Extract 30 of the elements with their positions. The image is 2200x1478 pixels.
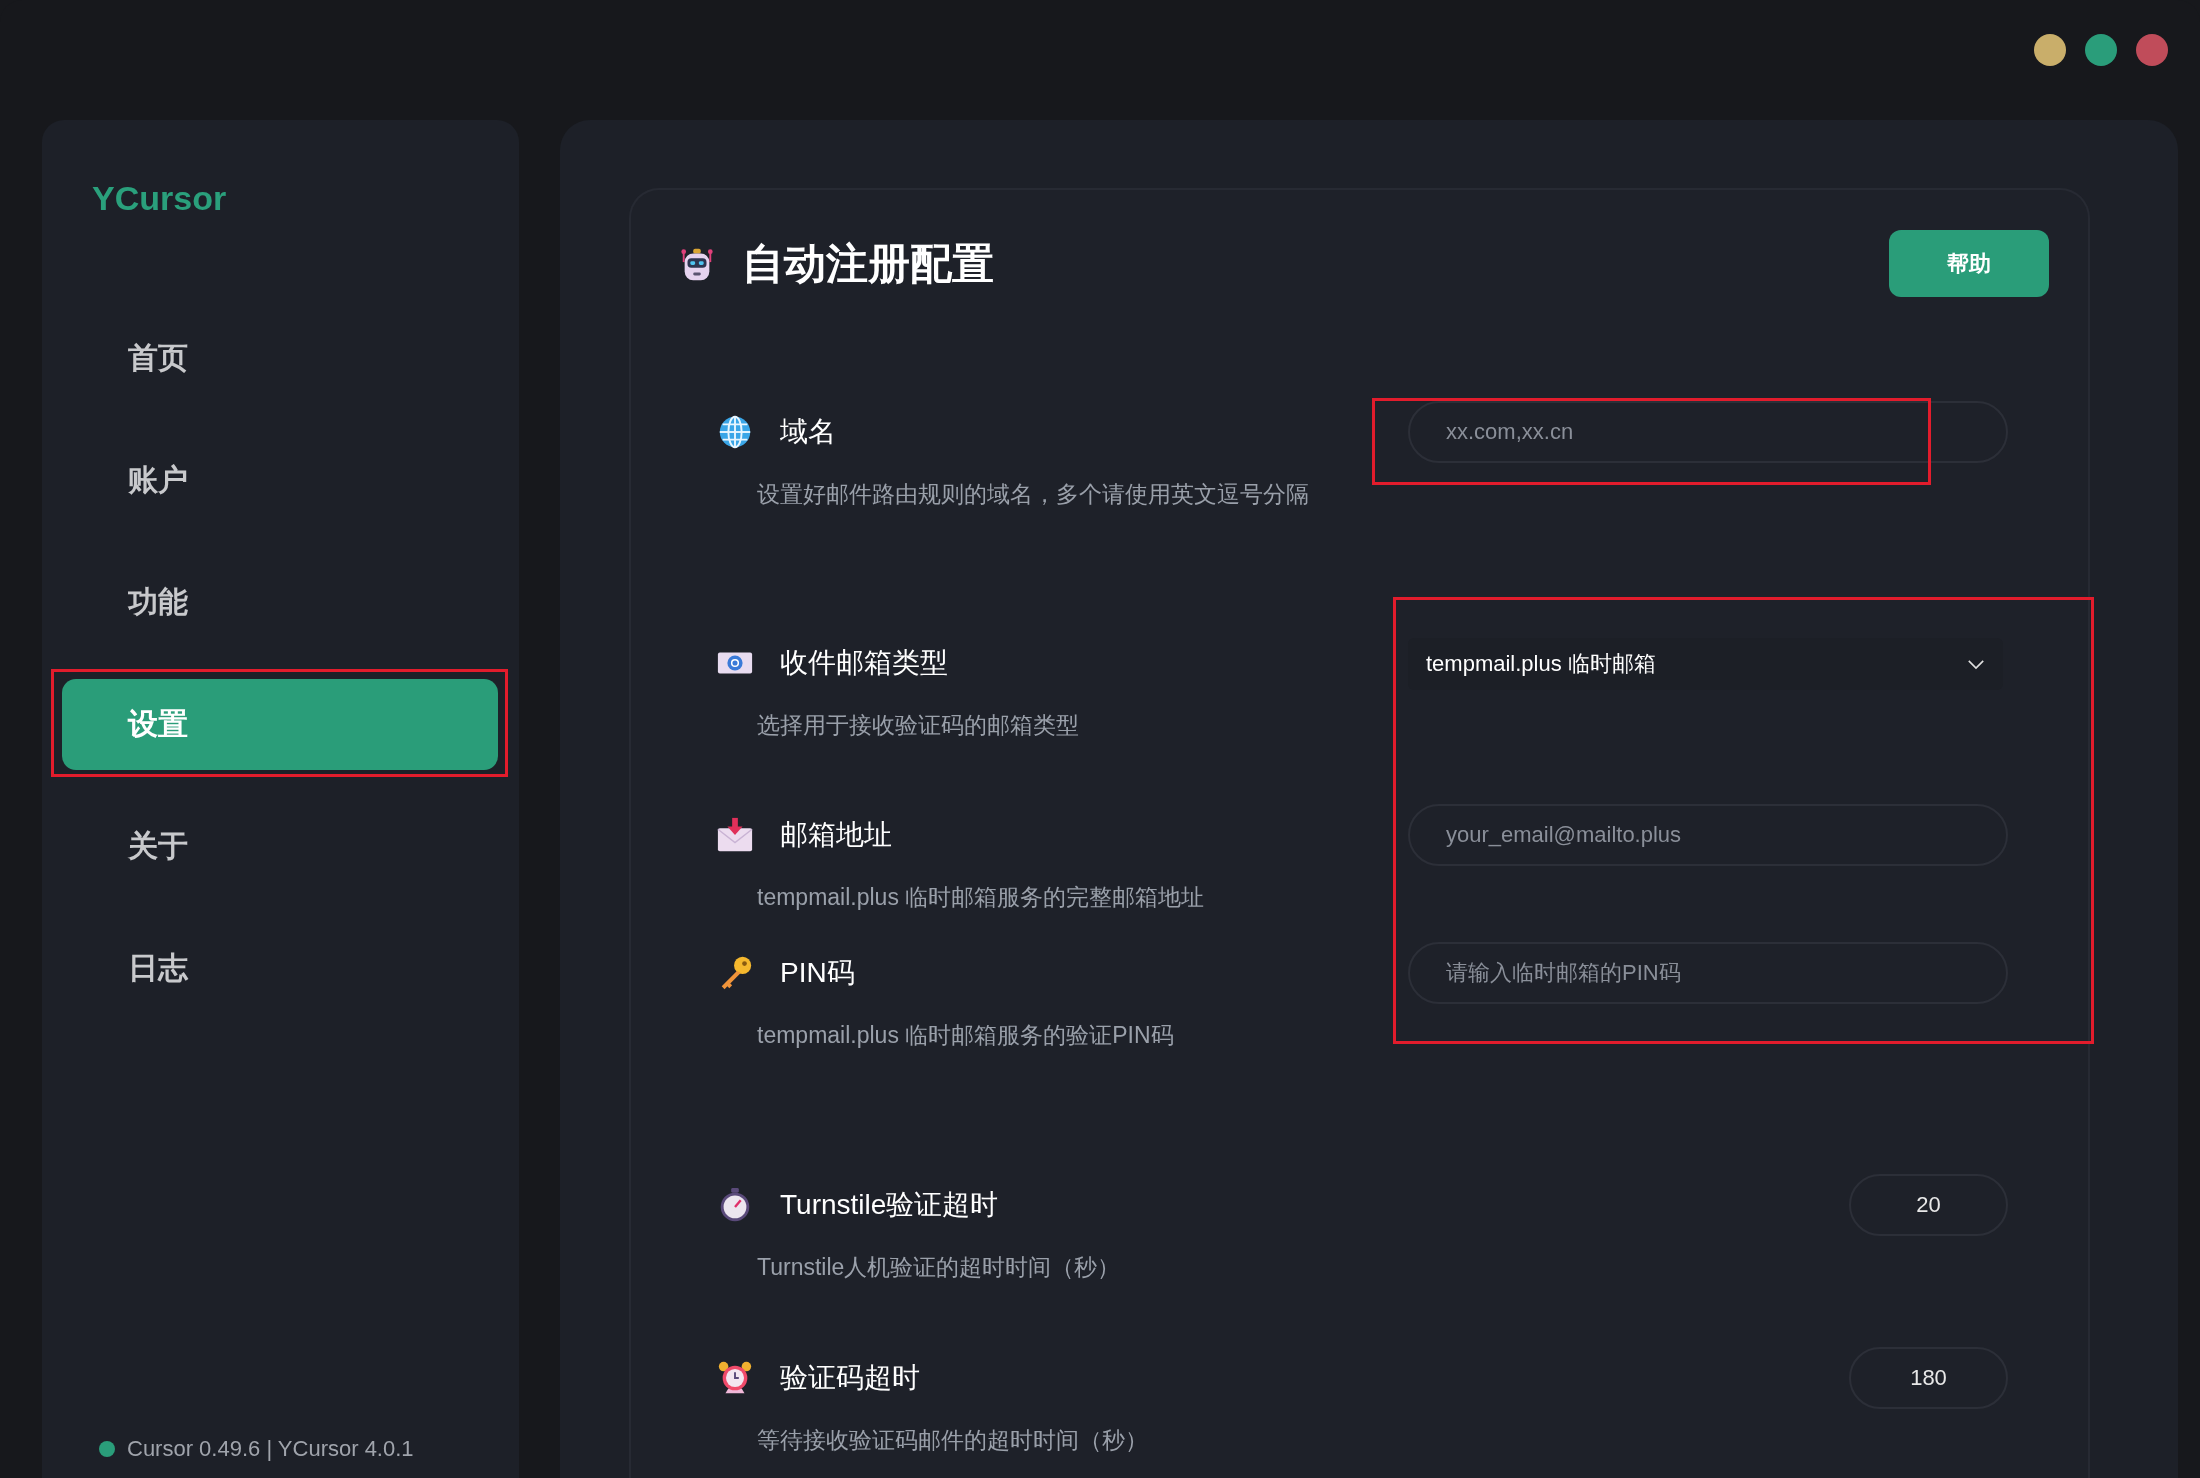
setting-label: 邮箱地址 xyxy=(780,818,892,852)
setting-description: tempmail.plus 临时邮箱服务的完整邮箱地址 xyxy=(757,883,1206,912)
setting-label: 域名 xyxy=(780,415,836,449)
setting-label: 验证码超时 xyxy=(780,1361,920,1395)
setting-label: PIN码 xyxy=(780,956,855,990)
setting-description: 等待接收验证码邮件的超时时间（秒） xyxy=(757,1426,1149,1455)
text-field[interactable]: xx.com,xx.cn xyxy=(1408,401,2008,463)
window-control[interactable] xyxy=(2136,34,2168,66)
setting-label: Turnstile验证超时 xyxy=(780,1188,999,1222)
version-text: Cursor 0.49.6 | YCursor 4.0.1 xyxy=(127,1436,414,1462)
text-field[interactable]: 请输入临时邮箱的PIN码 xyxy=(1408,942,2008,1004)
window-control[interactable] xyxy=(2085,34,2117,66)
setting-description: 选择用于接收验证码的邮箱类型 xyxy=(757,711,1080,740)
setting-description: 设置好邮件路由规则的域名，多个请使用英文逗号分隔 xyxy=(757,480,1310,509)
number-field[interactable]: 180 xyxy=(1849,1347,2008,1409)
app-logo: YCursor xyxy=(91,178,227,218)
setting-label: 收件邮箱类型 xyxy=(780,646,948,680)
setting-description: tempmail.plus 临时邮箱服务的验证PIN码 xyxy=(757,1021,1175,1050)
inbox-envelope-icon xyxy=(716,816,754,854)
page-title: 自动注册配置 xyxy=(742,238,995,289)
nav-item[interactable]: 功能 xyxy=(62,557,498,648)
nav-item[interactable]: 关于 xyxy=(62,801,498,892)
chevron-down-icon xyxy=(1967,658,1985,670)
text-field[interactable]: your_email@mailto.plus xyxy=(1408,804,2008,866)
nav-item[interactable]: 账户 xyxy=(62,435,498,526)
window-control[interactable] xyxy=(2034,34,2066,66)
nav-item[interactable]: 首页 xyxy=(62,313,498,404)
nav-item[interactable]: 日志 xyxy=(62,923,498,1014)
number-field[interactable]: 20 xyxy=(1849,1174,2008,1236)
setting-description: Turnstile人机验证的超时时间（秒） xyxy=(757,1253,1122,1282)
